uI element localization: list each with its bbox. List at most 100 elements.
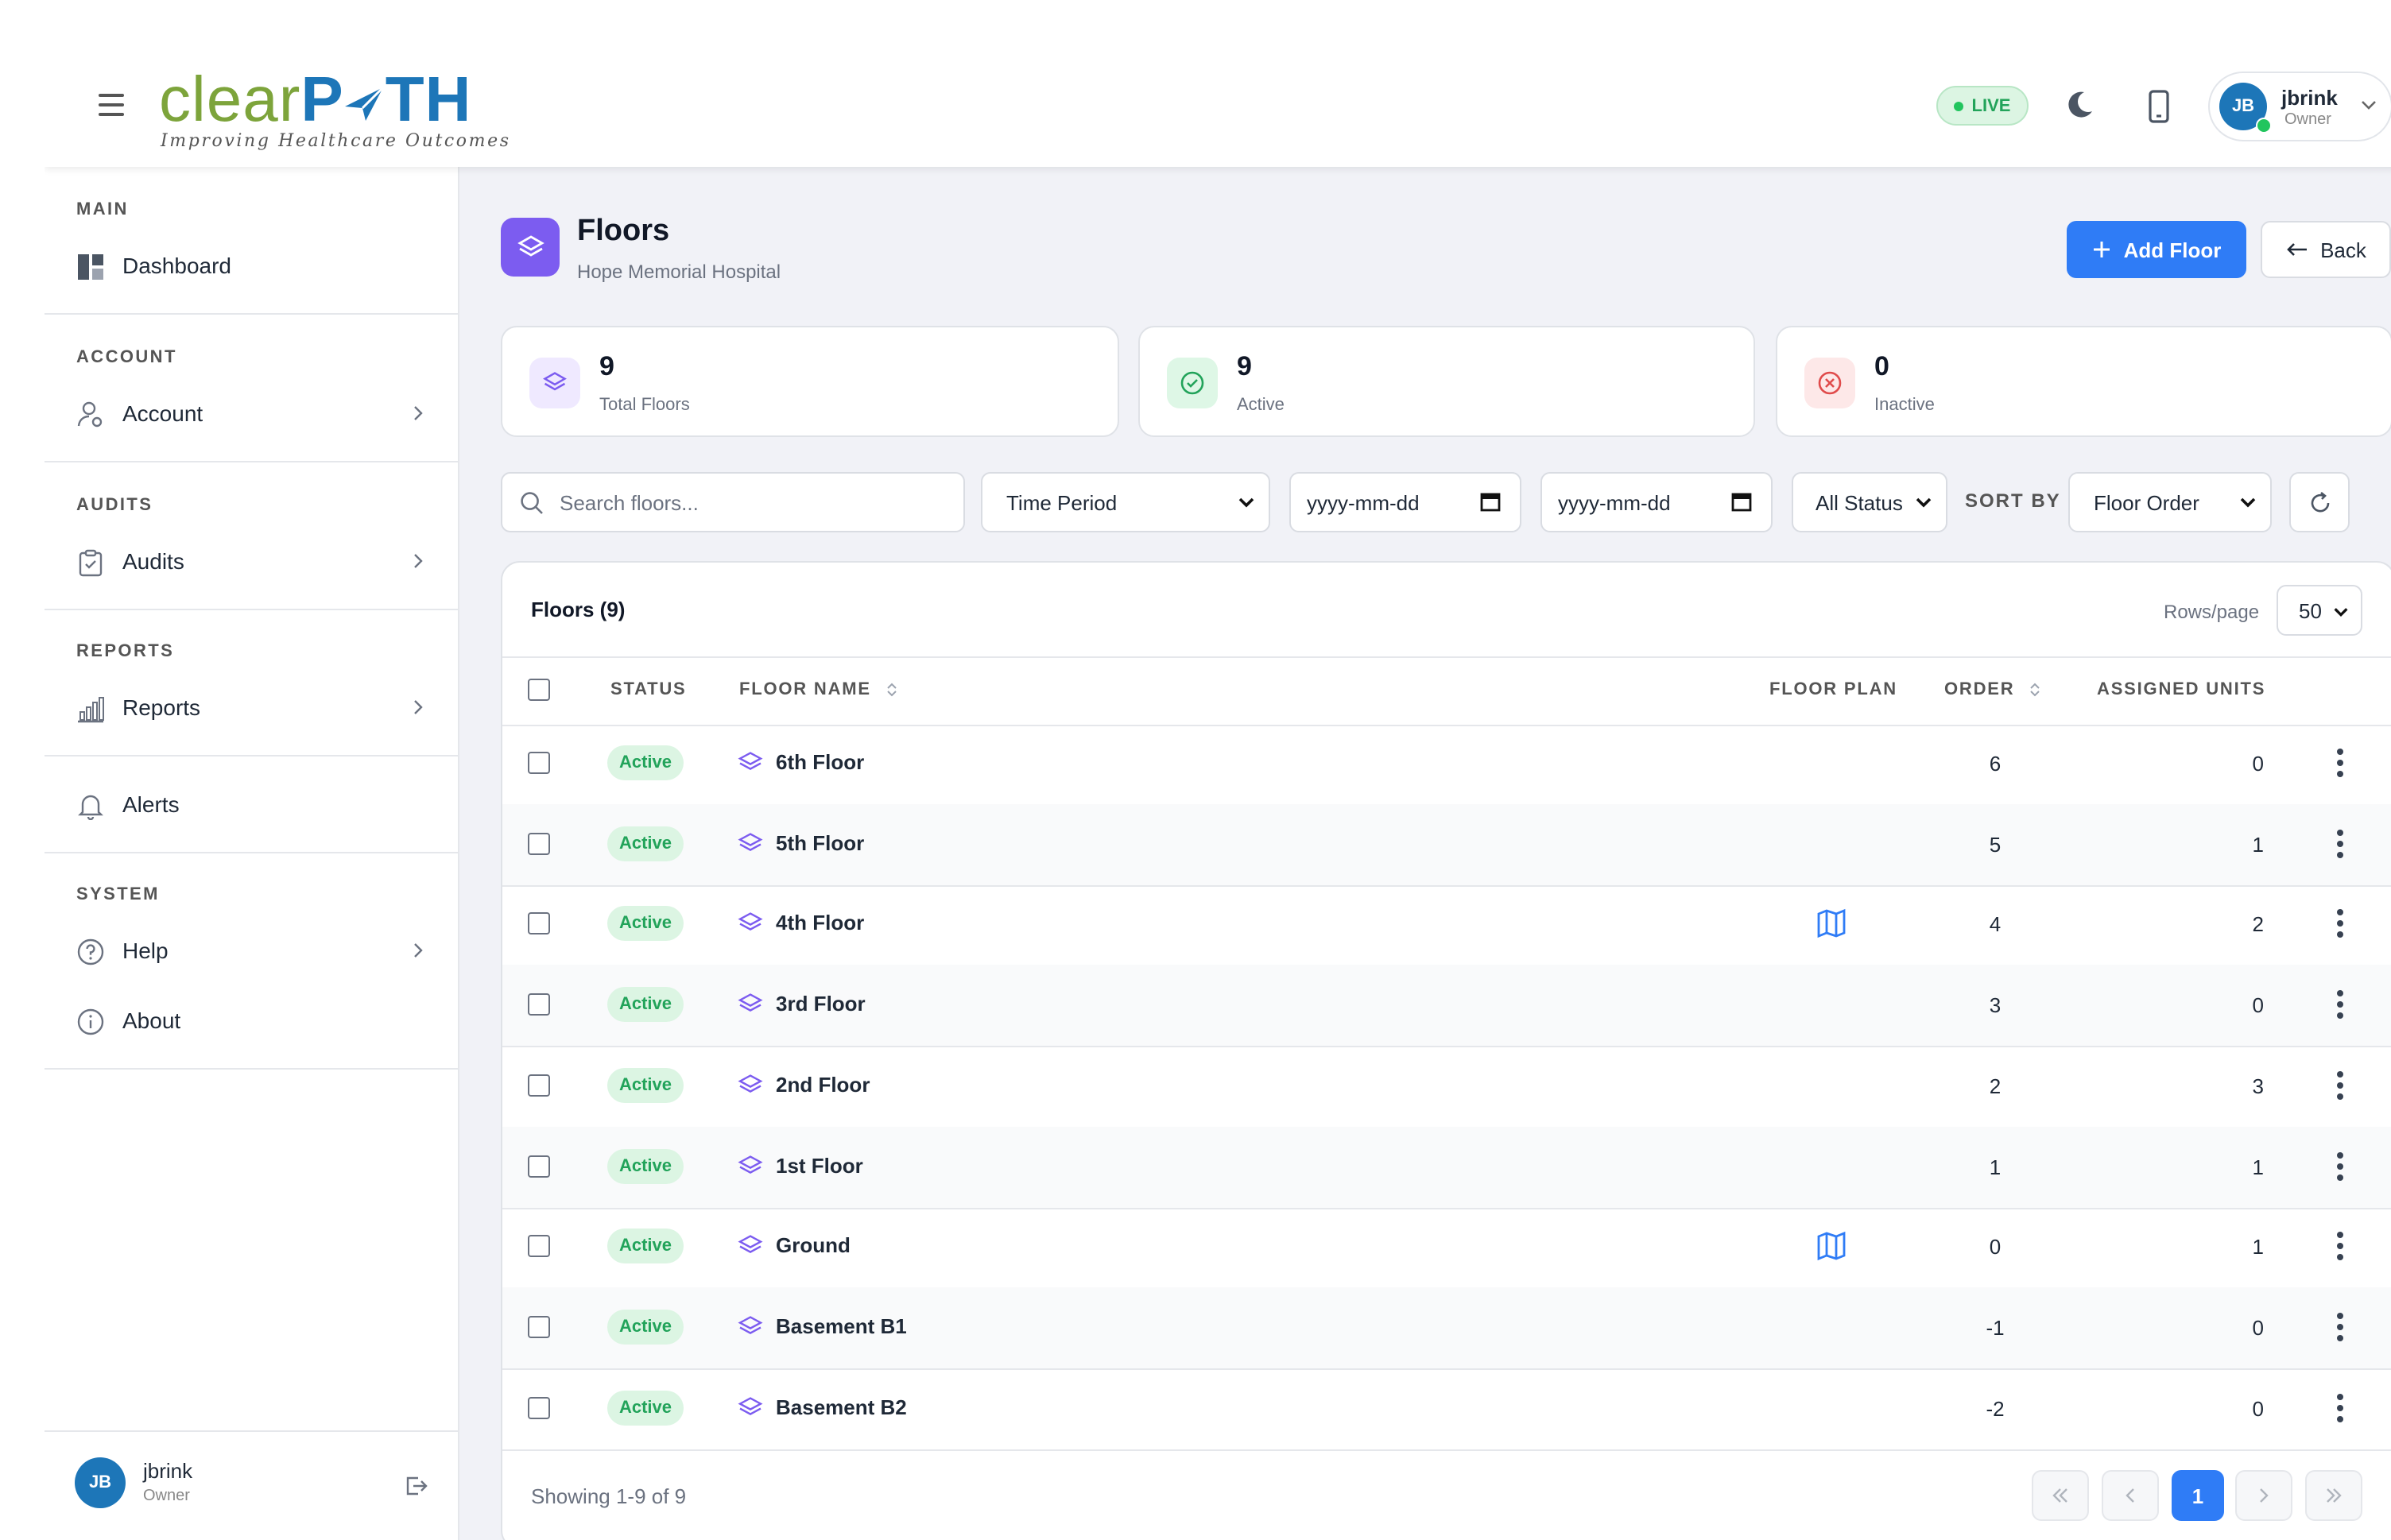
rows-per-page-select[interactable]: 50 xyxy=(2277,585,2362,636)
user-menu[interactable]: JB jbrink Owner xyxy=(2208,72,2391,141)
refresh-button[interactable] xyxy=(2289,472,2350,532)
time-period-select[interactable]: Time Period xyxy=(981,472,1270,532)
status-badge: Active xyxy=(607,987,684,1023)
calendar-icon[interactable] xyxy=(1731,491,1752,512)
app-window: clearP TH Improving Healthcare Outcomes L… xyxy=(45,59,2391,1540)
row-checkbox[interactable] xyxy=(528,1235,550,1258)
layers-icon xyxy=(738,750,763,776)
row-checkbox[interactable] xyxy=(528,1396,550,1419)
chevron-down-icon xyxy=(2240,497,2256,508)
layers-icon xyxy=(738,992,763,1017)
sort-icon[interactable] xyxy=(2029,680,2041,699)
assigned-units-count: 1 xyxy=(2252,1235,2264,1259)
row-checkbox[interactable] xyxy=(528,993,550,1016)
table-row[interactable]: Active Basement B1 -1 0 xyxy=(502,1287,2391,1370)
status-badge: Active xyxy=(607,1067,684,1103)
moon-icon[interactable] xyxy=(2064,89,2095,121)
sidebar-item-account[interactable]: Account xyxy=(45,388,458,442)
last-page-button[interactable] xyxy=(2305,1470,2362,1521)
table-row[interactable]: Active Ground 0 1 xyxy=(502,1206,2391,1290)
sidebar-item-help[interactable]: Help xyxy=(45,925,458,979)
more-options-icon[interactable] xyxy=(2335,1151,2345,1180)
table-row[interactable]: Active 6th Floor 6 0 xyxy=(502,723,2391,806)
more-options-icon[interactable] xyxy=(2335,1070,2345,1100)
table-row[interactable]: Active 5th Floor 5 1 xyxy=(502,803,2391,887)
sidebar-item-about[interactable]: About xyxy=(45,995,458,1049)
floor-name[interactable]: 2nd Floor xyxy=(776,1073,870,1097)
add-floor-button[interactable]: Add Floor xyxy=(2067,221,2246,278)
status-filter-select[interactable]: All Status xyxy=(1792,472,1947,532)
select-all-checkbox[interactable] xyxy=(528,679,550,701)
sidebar-item-audits[interactable]: Audits xyxy=(45,536,458,590)
main-content: Floors Hope Memorial Hospital Add Floor … xyxy=(459,167,2391,1540)
previous-page-button[interactable] xyxy=(2102,1470,2159,1521)
more-options-icon[interactable] xyxy=(2335,829,2345,858)
floor-name[interactable]: 3rd Floor xyxy=(776,992,866,1016)
layers-icon xyxy=(738,1395,763,1420)
floor-name[interactable]: Ground xyxy=(776,1233,851,1257)
section-title-account: ACCOUNT xyxy=(76,348,177,367)
pagination-summary: Showing 1-9 of 9 xyxy=(531,1484,687,1508)
floor-name[interactable]: Basement B1 xyxy=(776,1314,907,1338)
sidebar-item-dashboard[interactable]: Dashboard xyxy=(45,240,458,294)
back-button[interactable]: Back xyxy=(2261,221,2391,278)
floor-name[interactable]: 4th Floor xyxy=(776,911,864,935)
row-checkbox[interactable] xyxy=(528,1074,550,1097)
more-options-icon[interactable] xyxy=(2335,909,2345,938)
table-row[interactable]: Active 3rd Floor 3 0 xyxy=(502,965,2391,1048)
floor-order: 3 xyxy=(1989,993,2002,1018)
row-checkbox[interactable] xyxy=(528,1155,550,1177)
date-from-input[interactable]: yyyy-mm-dd xyxy=(1289,472,1521,532)
sidebar-item-label: Alerts xyxy=(122,791,180,817)
clearpath-logo[interactable]: clearP TH Improving Healthcare Outcomes xyxy=(159,65,509,151)
assigned-units-count: 2 xyxy=(2252,912,2264,937)
mobile-icon[interactable] xyxy=(2143,89,2175,124)
date-to-input[interactable]: yyyy-mm-dd xyxy=(1540,472,1773,532)
calendar-icon[interactable] xyxy=(1480,491,1501,512)
table-row[interactable]: Active 4th Floor 4 2 xyxy=(502,884,2391,967)
top-bar: clearP TH Improving Healthcare Outcomes L… xyxy=(45,59,2391,167)
sort-by-select[interactable]: Floor Order xyxy=(2068,472,2272,532)
row-checkbox[interactable] xyxy=(528,752,550,774)
next-page-button[interactable] xyxy=(2235,1470,2292,1521)
floor-plan-map-icon[interactable] xyxy=(1816,1230,1847,1262)
sidebar: MAIN Dashboard ACCOUNT Account AUDITS Au… xyxy=(45,167,459,1540)
sidebar-user-role: Owner xyxy=(143,1488,190,1505)
floor-plan-map-icon[interactable] xyxy=(1816,908,1847,940)
chevron-left-icon xyxy=(2126,1488,2134,1503)
hamburger-icon[interactable] xyxy=(99,94,124,116)
sort-icon[interactable] xyxy=(885,680,898,699)
floor-name[interactable]: 1st Floor xyxy=(776,1153,863,1177)
sidebar-item-reports[interactable]: Reports xyxy=(45,682,458,736)
floor-order: 4 xyxy=(1989,912,2002,937)
page-button-current[interactable]: 1 xyxy=(2172,1470,2224,1521)
floor-name[interactable]: Basement B2 xyxy=(776,1395,907,1418)
logout-icon[interactable] xyxy=(404,1473,429,1499)
first-page-button[interactable] xyxy=(2032,1470,2089,1521)
status-badge: Active xyxy=(607,906,684,942)
more-options-icon[interactable] xyxy=(2335,1312,2345,1341)
row-checkbox[interactable] xyxy=(528,912,550,935)
chevron-down-icon xyxy=(2334,608,2348,617)
row-checkbox[interactable] xyxy=(528,832,550,855)
floor-name[interactable]: 5th Floor xyxy=(776,830,864,854)
bar-chart-icon xyxy=(78,697,104,723)
more-options-icon[interactable] xyxy=(2335,1232,2345,1261)
floor-name[interactable]: 6th Floor xyxy=(776,750,864,774)
column-header-floor-name[interactable]: FLOOR NAME xyxy=(739,680,871,699)
sidebar-item-alerts[interactable]: Alerts xyxy=(45,779,458,833)
section-title-system: SYSTEM xyxy=(76,885,160,904)
table-row[interactable]: Active 1st Floor 1 1 xyxy=(502,1126,2391,1209)
live-badge: LIVE xyxy=(1936,86,2029,126)
more-options-icon[interactable] xyxy=(2335,1393,2345,1422)
row-checkbox[interactable] xyxy=(528,1315,550,1338)
search-input[interactable]: Search floors... xyxy=(501,472,965,532)
column-header-order[interactable]: ORDER xyxy=(1944,680,2014,699)
section-title-main: MAIN xyxy=(76,200,129,219)
table-row[interactable]: Active 2nd Floor 2 3 xyxy=(502,1046,2391,1128)
check-circle-icon xyxy=(1167,358,1218,408)
table-row[interactable]: Active Basement B2 -2 0 xyxy=(502,1368,2391,1451)
status-badge: Active xyxy=(607,1309,684,1345)
more-options-icon[interactable] xyxy=(2335,990,2345,1020)
more-options-icon[interactable] xyxy=(2335,749,2345,777)
